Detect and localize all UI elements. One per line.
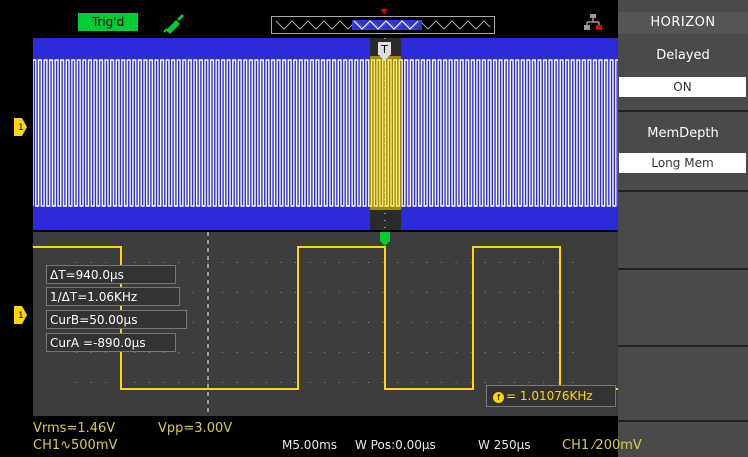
menu-divider xyxy=(618,345,748,347)
menu-divider xyxy=(618,420,748,422)
memory-position-strip xyxy=(271,16,495,34)
menu-divider xyxy=(618,190,748,192)
main-timebase-display xyxy=(33,38,618,230)
network-icon xyxy=(583,13,603,31)
trigger-status-badge: Trig'd xyxy=(78,13,138,31)
vrms-measurement: Vrms=1.46V xyxy=(33,421,116,436)
cursor-b-readout: CurB=50.00µs xyxy=(46,310,187,329)
trigger-marker-icon: T xyxy=(378,42,391,62)
menu-divider xyxy=(618,110,748,112)
probe-icon xyxy=(162,12,186,34)
frequency-readout: f = 1.01076KHz xyxy=(486,385,616,407)
memdepth-value[interactable]: Long Mem xyxy=(619,153,746,173)
menu-title: HORIZON xyxy=(618,12,748,34)
cursor-a-readout: CurA =-890.0µs xyxy=(46,333,176,352)
svg-text:1: 1 xyxy=(18,311,24,321)
delayed-value[interactable]: ON xyxy=(619,77,746,97)
trigger-setting: CH1 ⁄200mV xyxy=(562,438,642,453)
horizontal-menu-panel xyxy=(618,0,748,457)
ch1-scale: CH1∿500mV xyxy=(33,438,118,453)
frequency-value: = 1.01076KHz xyxy=(506,389,593,403)
inverse-delta-t-readout: 1/ΔT=1.06KHz xyxy=(46,287,180,306)
menu-divider xyxy=(618,268,748,270)
trigger-position-icon: ▼ xyxy=(381,7,388,16)
ch1-level-marker-icon[interactable]: 1 xyxy=(14,305,27,325)
window-position: W Pos:0.00µs xyxy=(355,438,436,452)
trigger-point-marker-icon xyxy=(380,231,390,250)
delta-t-readout: ΔT=940.0µs xyxy=(46,265,176,284)
delayed-label[interactable]: Delayed xyxy=(618,48,748,63)
window-timebase: W 250µs xyxy=(478,438,531,452)
frequency-icon: f xyxy=(493,392,504,403)
svg-text:T: T xyxy=(380,43,388,56)
memdepth-label[interactable]: MemDepth xyxy=(618,126,748,141)
ch1-level-marker-icon[interactable]: 1 xyxy=(14,117,27,137)
vpp-measurement: Vpp=3.00V xyxy=(158,421,233,436)
main-timebase: M5.00ms xyxy=(282,438,338,452)
svg-text:1: 1 xyxy=(18,123,24,133)
